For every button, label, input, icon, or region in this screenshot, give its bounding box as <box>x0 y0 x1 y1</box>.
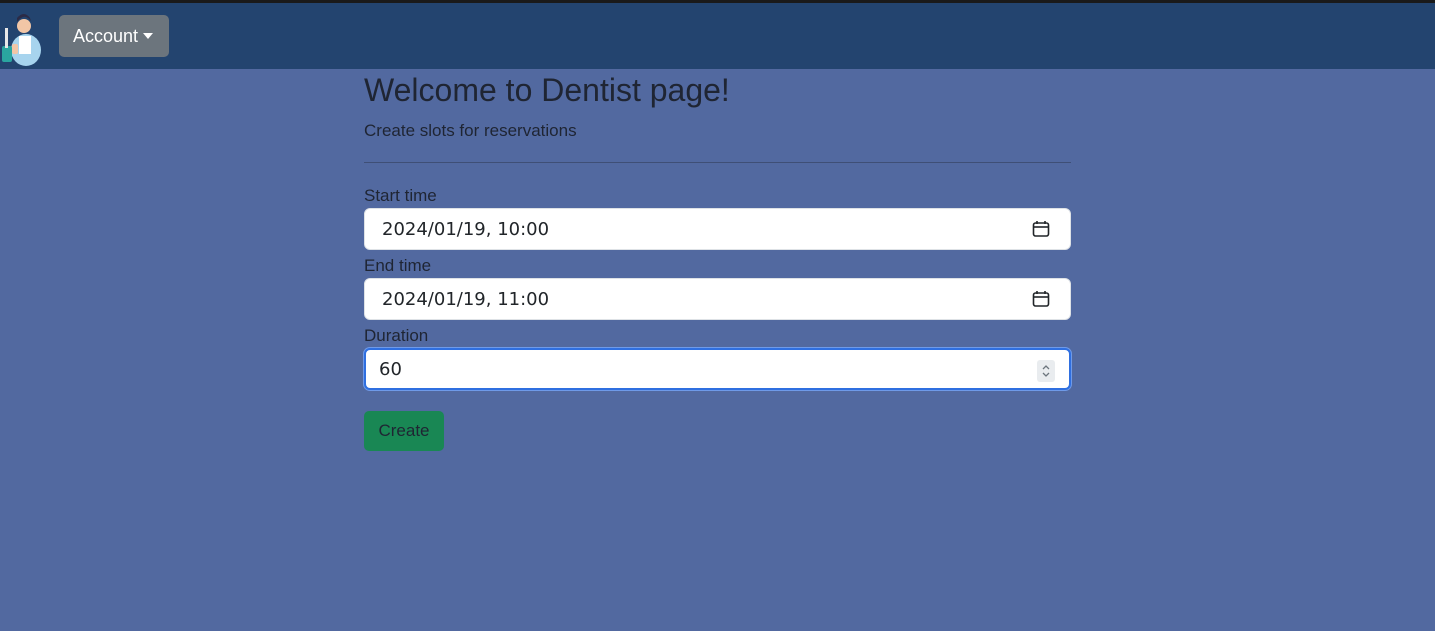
duration-input[interactable]: 60 <box>364 348 1071 390</box>
divider <box>364 162 1071 163</box>
calendar-icon[interactable] <box>1032 220 1050 238</box>
page-subtitle: Create slots for reservations <box>364 121 577 140</box>
navbar: Account <box>0 3 1435 69</box>
calendar-icon[interactable] <box>1032 290 1050 308</box>
page-title: Welcome to Dentist page! <box>364 72 730 108</box>
caret-down-icon <box>143 33 154 39</box>
account-dropdown-button[interactable]: Account <box>59 15 169 57</box>
end-time-input[interactable]: 2024/01/19, 11:00 <box>364 278 1071 320</box>
start-time-value: 2024/01/19, 10:00 <box>382 219 550 240</box>
end-time-value: 2024/01/19, 11:00 <box>382 289 550 310</box>
create-button[interactable]: Create <box>364 411 444 451</box>
start-time-label: Start time <box>364 186 437 205</box>
end-time-label: End time <box>364 256 432 275</box>
spinner-icon[interactable] <box>1037 360 1055 382</box>
duration-value: 60 <box>379 359 402 380</box>
start-time-input[interactable]: 2024/01/19, 10:00 <box>364 208 1071 250</box>
account-label: Account <box>73 26 139 46</box>
dentist-logo-icon[interactable] <box>0 6 44 66</box>
duration-label: Duration <box>364 326 429 345</box>
